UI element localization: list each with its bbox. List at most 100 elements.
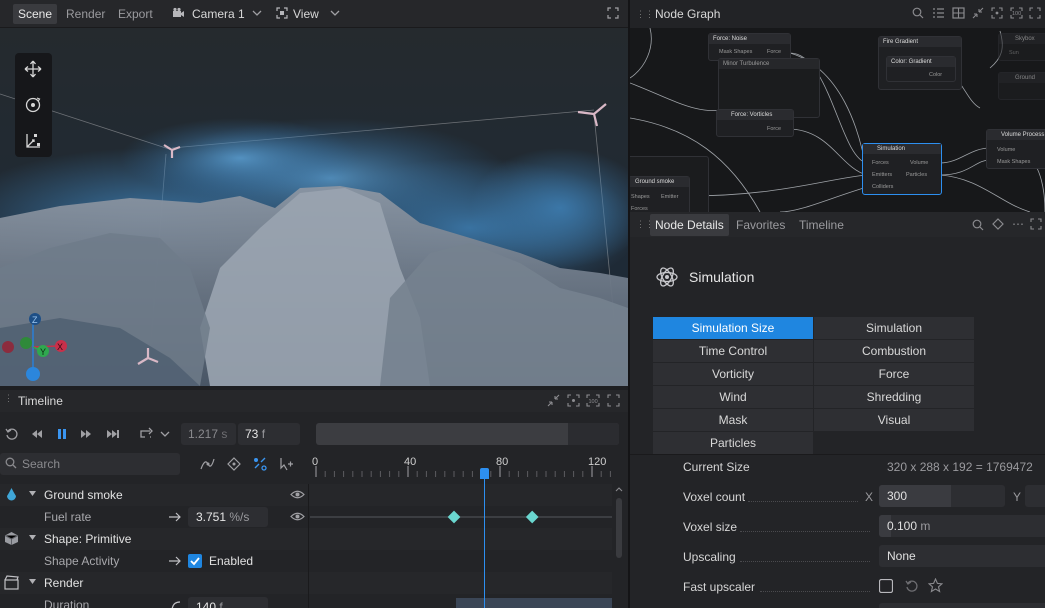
voxel-size-input[interactable]: 0.100 m	[879, 515, 1045, 537]
playhead-handle[interactable]	[479, 468, 489, 479]
reset-icon[interactable]	[5, 427, 19, 441]
expand-triangle-icon[interactable]	[28, 489, 37, 498]
fuel-rate-field[interactable]: 3.751 %/s	[188, 507, 268, 527]
scrollbar[interactable]	[615, 484, 623, 608]
grid-icon[interactable]	[952, 7, 965, 19]
drag-handle-icon[interactable]: ⋮	[4, 394, 13, 403]
voxel-x-input[interactable]: 300	[879, 485, 1005, 507]
category-vorticity[interactable]: Vorticity	[653, 363, 813, 385]
node-skybox[interactable]: Skybox Sun	[998, 33, 1045, 61]
maximize-icon[interactable]	[1029, 7, 1041, 19]
category-simulation-size[interactable]: Simulation Size	[653, 317, 813, 339]
svg-text:100: 100	[1012, 11, 1021, 17]
timeline-ruler[interactable]: 0 40 80 120	[310, 452, 612, 478]
scroll-thumb[interactable]	[616, 498, 622, 558]
panel-title: Node Graph	[655, 7, 721, 21]
duration-bar[interactable]	[456, 598, 612, 608]
clapperboard-icon	[4, 575, 20, 590]
collapse-icon[interactable]	[547, 394, 560, 407]
keyframe-marker[interactable]	[525, 510, 539, 524]
node-graph-panel[interactable]: ⋮⋮ Node Graph 100 Force: Noise Mask Shap…	[630, 0, 1045, 212]
category-mask[interactable]: Mask	[653, 409, 813, 431]
node-color-gradient[interactable]: Color: Gradient Color	[886, 56, 956, 82]
maximize-icon[interactable]	[1030, 218, 1042, 230]
expand-triangle-icon[interactable]	[28, 533, 37, 542]
tab-scene[interactable]: Scene	[13, 4, 58, 24]
node-volume-process[interactable]: Volume Process Volume Mask Shapes	[986, 129, 1045, 169]
zoom-100-icon[interactable]: 100	[1010, 7, 1023, 19]
checkbox-checked[interactable]	[188, 554, 202, 568]
keyframe-marker[interactable]	[447, 510, 461, 524]
voxel-y-input[interactable]	[1025, 485, 1045, 507]
time-unit: s	[221, 427, 228, 441]
section-divider	[630, 454, 1045, 455]
node-force-vorticles[interactable]: Force: Vorticles Force	[716, 109, 794, 137]
camera-select[interactable]: Camera 1	[187, 4, 250, 24]
viewport-3d[interactable]: Z Y X	[0, 28, 628, 386]
tab-render[interactable]: Render	[61, 4, 110, 24]
category-combustion[interactable]: Combustion	[814, 340, 974, 362]
maximize-icon[interactable]	[607, 394, 620, 407]
step-forward-icon[interactable]	[79, 427, 93, 441]
time-field[interactable]: 1.217 s	[181, 423, 236, 445]
fit-icon[interactable]	[567, 394, 580, 407]
node-simulation[interactable]: Simulation Forces Emitters Colliders Vol…	[862, 143, 942, 195]
view-select[interactable]: View	[288, 4, 324, 24]
scale-icon[interactable]	[24, 132, 42, 150]
category-simulation[interactable]: Simulation	[814, 317, 974, 339]
drag-handle-icon[interactable]: ⋮⋮	[636, 9, 654, 20]
tab-export[interactable]: Export	[113, 4, 158, 24]
chevron-down-icon[interactable]	[252, 6, 264, 20]
more-icon[interactable]: ⋯	[1012, 217, 1024, 231]
frame-field[interactable]: 73 f	[238, 423, 300, 445]
chevron-down-icon[interactable]	[160, 427, 170, 441]
playback-range-bar[interactable]	[316, 423, 619, 445]
duration-field[interactable]: 140 f	[188, 597, 268, 608]
step-back-icon[interactable]	[30, 427, 44, 441]
row-label: Render	[44, 576, 84, 590]
tab-timeline[interactable]: Timeline	[794, 214, 849, 236]
node-ground[interactable]: Ground	[998, 72, 1045, 100]
tab-favorites[interactable]: Favorites	[731, 214, 790, 236]
node-ground-smoke[interactable]: Ground smoke Shapes Emitter Forces	[630, 176, 690, 212]
list-icon[interactable]	[932, 7, 945, 19]
chevron-down-icon[interactable]	[330, 6, 342, 20]
category-shredding[interactable]: Shredding	[814, 386, 974, 408]
move-icon[interactable]	[24, 60, 42, 78]
upscaling-select[interactable]: None	[879, 545, 1045, 567]
star-icon[interactable]	[928, 578, 943, 593]
search-input[interactable]: Search	[0, 453, 180, 475]
eye-icon[interactable]	[290, 488, 305, 501]
eye-icon[interactable]	[290, 510, 305, 523]
graph-canvas[interactable]: Force: Noise Mask Shapes Force Minor Tur…	[630, 28, 1045, 212]
node-force-noise[interactable]: Force: Noise Mask Shapes Force	[708, 33, 791, 61]
maximize-icon[interactable]	[607, 7, 621, 19]
search-placeholder: Search	[22, 457, 61, 471]
category-particles[interactable]: Particles	[653, 432, 813, 454]
expand-triangle-icon[interactable]	[28, 577, 37, 586]
arrow-right-icon	[168, 555, 182, 567]
zoom-100-icon[interactable]: 100	[586, 394, 600, 407]
search-icon[interactable]	[912, 7, 924, 19]
category-visual[interactable]: Visual	[814, 409, 974, 431]
loop-icon[interactable]	[138, 427, 154, 441]
pause-icon[interactable]	[55, 427, 69, 441]
keyframe-icon[interactable]	[226, 456, 242, 472]
link-icon[interactable]	[252, 456, 268, 472]
snap-icon[interactable]	[278, 456, 294, 472]
scroll-up-icon[interactable]	[615, 486, 623, 492]
fit-icon[interactable]	[991, 7, 1003, 19]
time-value: 1.217	[188, 427, 219, 441]
fast-forward-icon[interactable]	[106, 427, 120, 441]
rotate-icon[interactable]	[24, 96, 42, 114]
search-icon[interactable]	[972, 219, 984, 231]
category-time-control[interactable]: Time Control	[653, 340, 813, 362]
curve-icon[interactable]	[199, 456, 215, 472]
category-wind[interactable]: Wind	[653, 386, 813, 408]
collapse-icon[interactable]	[972, 7, 984, 19]
fast-upscaler-checkbox[interactable]	[879, 579, 893, 593]
reset-icon[interactable]	[905, 579, 919, 593]
tab-node-details[interactable]: Node Details	[650, 214, 729, 236]
category-force[interactable]: Force	[814, 363, 974, 385]
diamond-icon[interactable]	[992, 218, 1004, 230]
